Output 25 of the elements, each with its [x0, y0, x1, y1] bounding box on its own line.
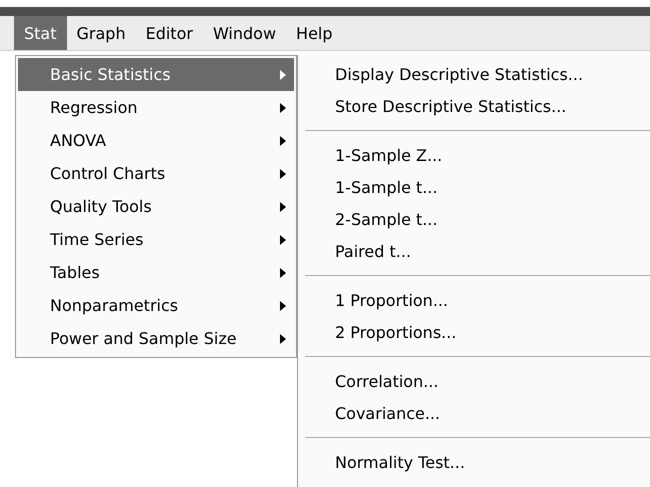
menu-item[interactable]: 1-Sample t...: [298, 171, 650, 203]
menu-item[interactable]: Display Descriptive Statistics...: [298, 58, 650, 90]
menu-item[interactable]: 2-Sample t...: [298, 203, 650, 235]
menu-bar-item[interactable]: Graph: [66, 16, 136, 50]
menu-item[interactable]: Paired t...: [298, 235, 650, 267]
menu-item[interactable]: Control Charts: [18, 157, 294, 190]
menu-item[interactable]: 1-Sample Z...: [298, 139, 650, 171]
menu-item[interactable]: ANOVA: [18, 124, 294, 157]
menu-item[interactable]: Power and Sample Size: [18, 322, 294, 355]
menu-item[interactable]: Tables: [18, 256, 294, 289]
menu-bar-item[interactable]: Help: [286, 16, 343, 50]
menu-item[interactable]: Covariance...: [298, 397, 650, 429]
menu-item[interactable]: 1 Proportion...: [298, 284, 650, 316]
menu-bar-item[interactable]: Window: [202, 16, 286, 50]
menu-item[interactable]: Normality Test...: [298, 446, 650, 478]
menu-item[interactable]: Quality Tools: [18, 190, 294, 223]
menu-item[interactable]: Regression: [18, 91, 294, 124]
menu-item[interactable]: Basic Statistics: [18, 58, 294, 91]
menu-bar-item[interactable]: Stat: [14, 16, 67, 50]
menu-item[interactable]: 2 Proportions...: [298, 316, 650, 348]
menu-bar-item[interactable]: Editor: [136, 16, 203, 50]
menu-item[interactable]: Time Series: [18, 223, 294, 256]
menu-item[interactable]: Store Descriptive Statistics...: [298, 90, 650, 122]
menu-item[interactable]: Correlation...: [298, 365, 650, 397]
menu-item[interactable]: Nonparametrics: [18, 289, 294, 322]
